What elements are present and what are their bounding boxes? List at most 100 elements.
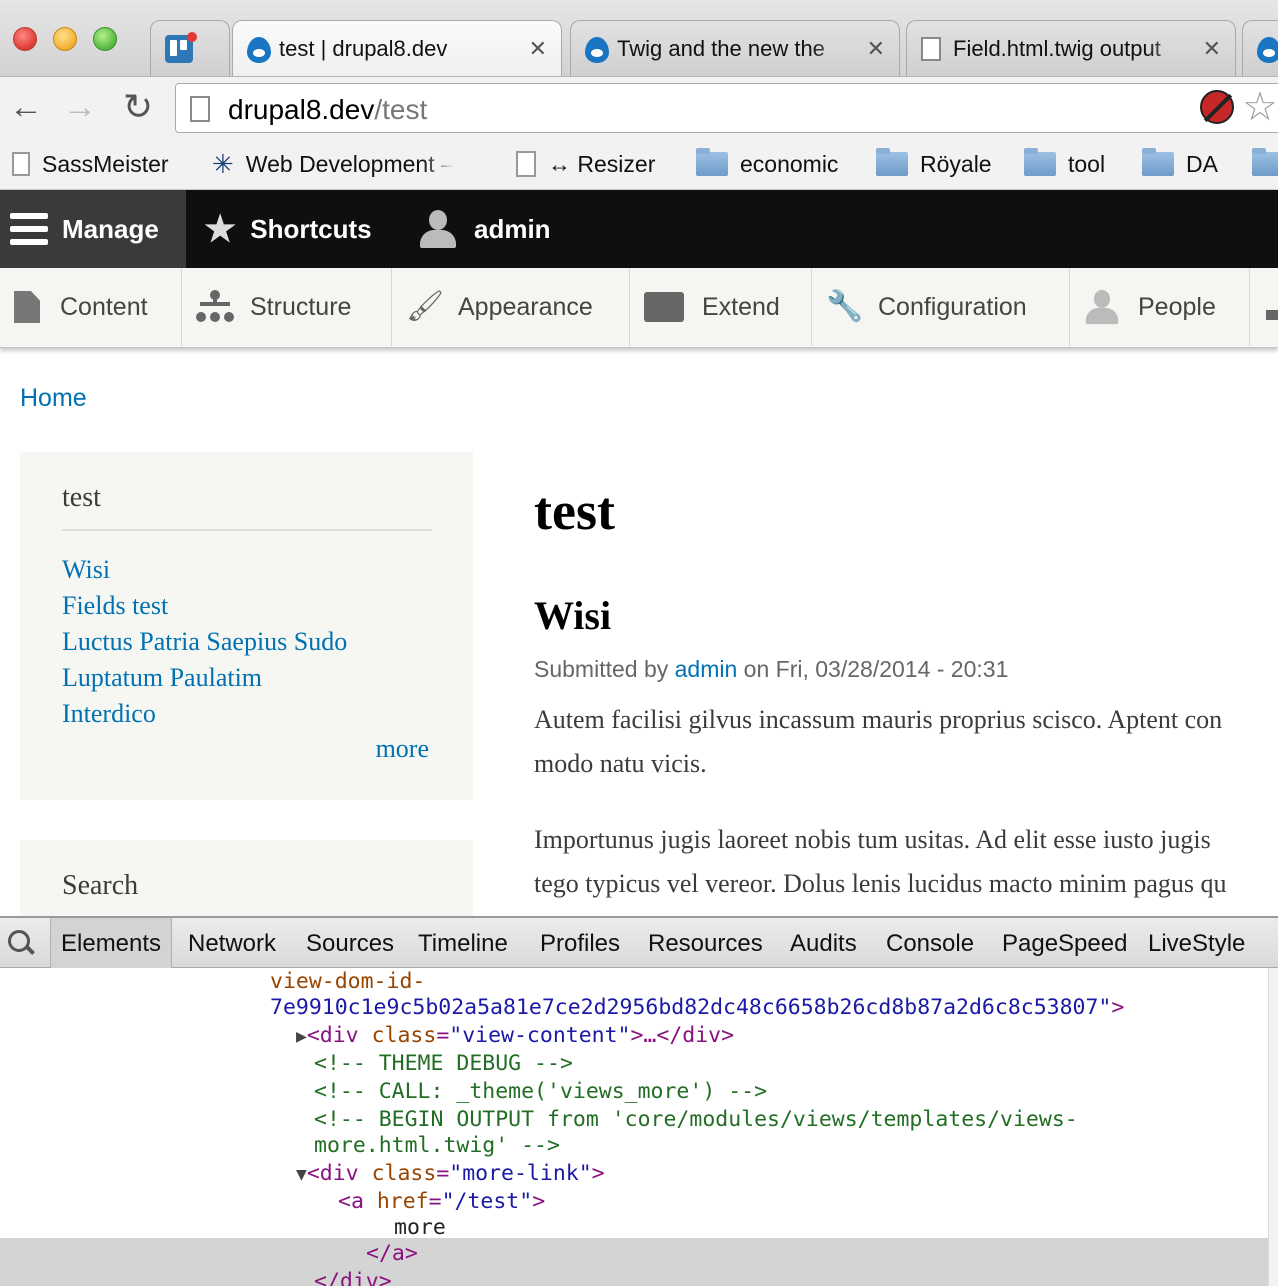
browser-tabstrip: test | drupal8.dev ✕ Twig and the new th… — [0, 0, 1278, 76]
tray-item-people[interactable]: People — [1070, 268, 1250, 346]
close-tab-icon[interactable]: ✕ — [529, 36, 547, 62]
zoom-window-button[interactable] — [93, 27, 117, 51]
paragraph-line: tego typicus vel vereor. Dolus lenis luc… — [534, 869, 1227, 898]
drupal-icon — [585, 36, 609, 63]
pinned-tab-trello[interactable] — [150, 20, 230, 76]
blocker-extension-icon[interactable] — [1200, 90, 1234, 124]
tray-item-appearance[interactable]: 🖌 Appearance — [392, 268, 630, 346]
submitted-info: Submitted by admin on Fri, 03/28/2014 - … — [534, 656, 1008, 683]
body-paragraph: Autem facilisi gilvus incassum mauris pr… — [534, 698, 1278, 786]
tab-overflow[interactable] — [1242, 20, 1278, 76]
bookmark-folder-da[interactable]: DA — [1142, 148, 1218, 180]
folder-icon — [1252, 148, 1278, 176]
selected-node-highlight — [0, 1238, 1268, 1286]
devtools-tab-timeline[interactable]: Timeline — [408, 918, 518, 968]
devtools-tab-resources[interactable]: Resources — [638, 918, 773, 968]
devtools-tab-network[interactable]: Network — [178, 918, 286, 968]
people-icon — [1085, 289, 1119, 325]
drupal-icon — [1257, 36, 1278, 63]
code-tag[interactable]: </div> — [314, 1268, 392, 1286]
minimize-window-button[interactable] — [53, 27, 77, 51]
code-comment[interactable]: <!-- CALL: _theme('views_more') --> — [314, 1078, 767, 1105]
tray-item-label: Configuration — [878, 292, 1027, 321]
submitted-prefix: Submitted by — [534, 656, 675, 682]
tray-item-label: Appearance — [458, 292, 593, 321]
code-tag[interactable]: </a> — [366, 1240, 418, 1267]
bookmark-sassmeister[interactable]: SassMeister — [12, 148, 169, 180]
bookmark-star-icon[interactable]: ☆ — [1242, 84, 1278, 130]
tray-overflow-icon — [1266, 310, 1278, 320]
toolbar-shortcuts[interactable]: ★ Shortcuts — [204, 190, 372, 268]
devtools-tab-sources[interactable]: Sources — [296, 918, 404, 968]
toolbar-manage[interactable]: Manage — [0, 190, 186, 268]
toolbar-user[interactable]: admin — [420, 190, 551, 268]
appearance-icon: 🖌 — [406, 290, 445, 323]
bookmark-folder-tool[interactable]: tool — [1024, 148, 1105, 180]
devtools-tab-profiles[interactable]: Profiles — [530, 918, 630, 968]
expand-arrow-icon[interactable]: ▶ — [296, 1026, 307, 1047]
devtools-tab-console[interactable]: Console — [876, 918, 984, 968]
code-comment[interactable]: <!-- THEME DEBUG --> — [314, 1050, 573, 1077]
tab-twig[interactable]: Twig and the new the ✕ — [570, 20, 900, 76]
code-text[interactable]: more — [394, 1214, 446, 1241]
reload-icon[interactable]: ↻ — [118, 87, 158, 127]
sidebar-link[interactable]: Wisi — [62, 552, 347, 588]
tray-item-extend[interactable]: Extend — [630, 268, 812, 346]
close-window-button[interactable] — [13, 27, 37, 51]
content-icon — [14, 291, 40, 323]
breadcrumb-home[interactable]: Home — [20, 384, 87, 413]
address-bar[interactable]: drupal8.dev/test — [175, 83, 1278, 133]
folder-icon — [876, 148, 908, 176]
code-line[interactable]: 7e9910c1e9c5b02a5a81e7ce2d2956bd82dc48c6… — [270, 994, 1124, 1021]
sidebar-link[interactable]: Luctus Patria Saepius Sudo — [62, 624, 347, 660]
page-icon — [516, 151, 536, 177]
bookmark-label: Röyale — [920, 150, 992, 177]
sidebar-link[interactable]: Interdico — [62, 696, 347, 732]
tray-item-content[interactable]: Content — [0, 268, 182, 346]
bookmark-folder-economic[interactable]: economic — [696, 148, 838, 180]
forward-arrow-icon[interactable]: → — [60, 87, 100, 127]
code-line[interactable]: ▶<div class="view-content">…</div> — [296, 1022, 734, 1050]
user-icon — [420, 210, 456, 248]
tray-item-structure[interactable]: Structure — [182, 268, 392, 346]
bookmark-label: SassMeister — [42, 150, 169, 177]
collapse-arrow-icon[interactable]: ▼ — [296, 1164, 307, 1185]
toolbar-shortcuts-label: Shortcuts — [250, 213, 372, 244]
code-comment[interactable]: more.html.twig' --> — [314, 1132, 560, 1159]
devtools-tab-audits[interactable]: Audits — [780, 918, 867, 968]
code-comment[interactable]: <!-- BEGIN OUTPUT from 'core/modules/vie… — [314, 1106, 1078, 1133]
devtools-tab-livestyle[interactable]: LiveStyle — [1138, 918, 1255, 968]
tab-title: Field.html.twig output — [953, 35, 1161, 61]
url-text[interactable]: drupal8.dev/test — [228, 94, 427, 126]
sidebar-link[interactable]: Fields test — [62, 588, 347, 624]
inspect-search-icon[interactable] — [8, 930, 36, 958]
bookmark-resizer[interactable]: ↔ Resizer — [516, 148, 655, 180]
bookmark-folder-overflow[interactable] — [1252, 148, 1278, 180]
author-link[interactable]: admin — [675, 656, 738, 682]
code-attr: class — [371, 1161, 437, 1186]
code-value: 7e9910c1e9c5b02a5a81e7ce2d2956bd82dc48c6… — [270, 995, 1099, 1020]
bookmark-web-development[interactable]: ✳ Web Development – — [212, 148, 454, 180]
tray-item-configuration[interactable]: 🔧 Configuration — [812, 268, 1070, 346]
close-tab-icon[interactable]: ✕ — [1203, 36, 1221, 62]
code-line[interactable]: ▼<div class="more-link"> — [296, 1160, 605, 1188]
bookmarks-bar: SassMeister ✳ Web Development – ↔ Resize… — [0, 138, 1278, 190]
code-line-selected[interactable]: <a href="/test"> — [338, 1188, 545, 1215]
tab-test-drupal8[interactable]: test | drupal8.dev ✕ — [232, 20, 562, 76]
bookmark-folder-royale[interactable]: Röyale — [876, 148, 992, 180]
sidebar-block-search: Search — [20, 840, 473, 920]
trello-icon — [165, 31, 197, 63]
tab-field-html-twig[interactable]: Field.html.twig output ✕ — [906, 20, 1236, 76]
paragraph-line: Importunus jugis laoreet nobis tum usita… — [534, 825, 1211, 854]
back-arrow-icon[interactable]: ← — [6, 87, 46, 127]
devtools-scrollbar[interactable] — [1268, 968, 1278, 1286]
node-title[interactable]: Wisi — [534, 592, 611, 639]
devtools-tab-elements[interactable]: Elements — [50, 918, 173, 968]
close-tab-icon[interactable]: ✕ — [867, 36, 885, 62]
sidebar-link[interactable]: Luptatum Paulatim — [62, 660, 347, 696]
code-line[interactable]: view-dom-id- — [270, 968, 425, 995]
devtools-tab-pagespeed[interactable]: PageSpeed — [992, 918, 1137, 968]
tab-title: test | drupal8.dev — [279, 35, 448, 61]
more-link[interactable]: more — [376, 734, 429, 764]
bookmark-label: economic — [740, 150, 839, 177]
